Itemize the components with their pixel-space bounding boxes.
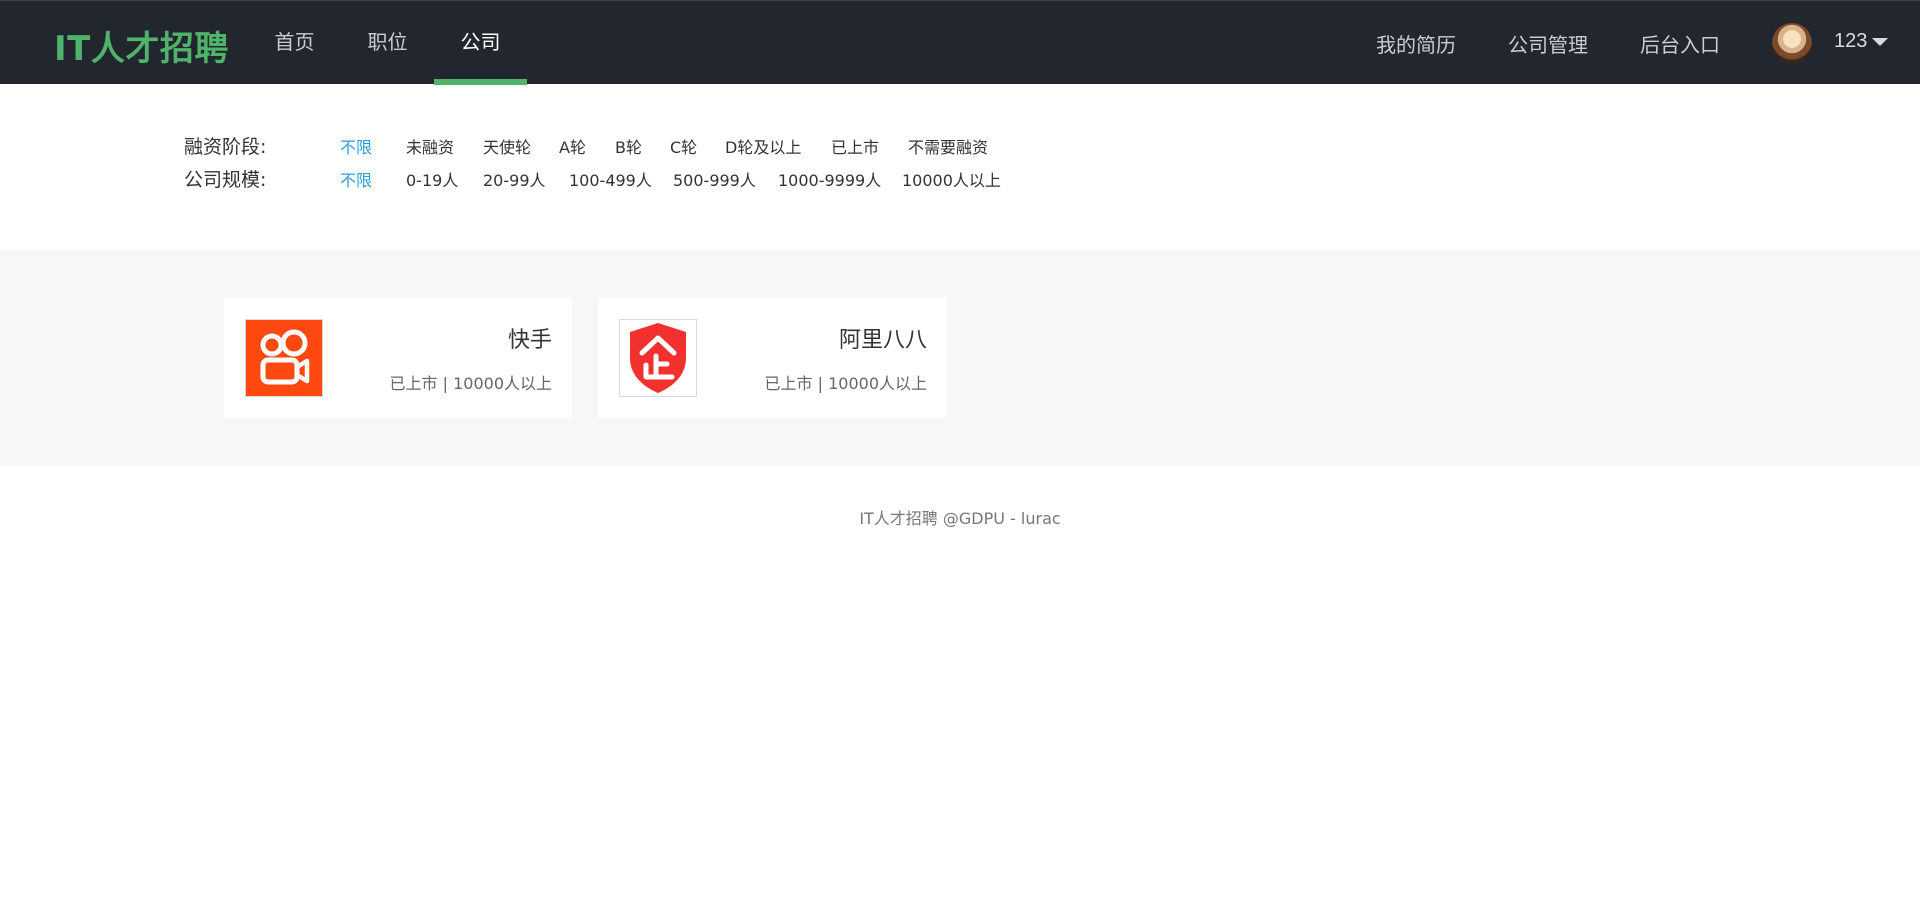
funding-option[interactable]: 已上市 (831, 134, 879, 158)
funding-filter-label: 融资阶段: (184, 136, 267, 158)
page-footer: IT人才招聘 @GDPU - lurac (859, 509, 1061, 528)
company-list: 快手 已上市 | 10000人以上 阿里八八 已上市 | 10000人以上 (0, 250, 1920, 466)
company-name[interactable]: 阿里八八 (839, 322, 927, 354)
nav-admin-entry[interactable]: 后台入口 (1640, 29, 1720, 58)
funding-option[interactable]: 不限 (340, 134, 372, 158)
site-logo[interactable]: IT人才招聘 (54, 21, 229, 70)
size-option[interactable]: 1000-9999人 (778, 167, 881, 191)
size-option[interactable]: 500-999人 (673, 167, 756, 191)
size-option[interactable]: 不限 (340, 167, 372, 191)
company-name[interactable]: 快手 (508, 322, 552, 354)
funding-option[interactable]: D轮及以上 (725, 134, 801, 158)
company-card[interactable]: 阿里八八 已上市 | 10000人以上 (598, 298, 947, 418)
user-avatar[interactable] (1772, 23, 1812, 63)
funding-option[interactable]: 未融资 (406, 134, 454, 158)
company-card[interactable]: 快手 已上市 | 10000人以上 (224, 298, 572, 418)
top-navbar: IT人才招聘 首页 职位 公司 我的简历 公司管理 后台入口 123 (0, 0, 1920, 85)
size-option[interactable]: 20-99人 (483, 167, 546, 191)
nav-company-manage[interactable]: 公司管理 (1508, 29, 1588, 58)
size-filter-label: 公司规模: (184, 169, 267, 191)
main-nav: 首页 职位 公司 (248, 1, 527, 85)
username[interactable]: 123 (1834, 30, 1867, 53)
enterprise-shield-icon (619, 319, 697, 397)
nav-my-resume[interactable]: 我的简历 (1376, 29, 1456, 58)
nav-home[interactable]: 首页 (248, 1, 341, 85)
funding-option[interactable]: A轮 (559, 134, 586, 158)
size-option[interactable]: 100-499人 (569, 167, 652, 191)
company-meta: 已上市 | 10000人以上 (389, 374, 552, 393)
nav-companies[interactable]: 公司 (434, 1, 527, 85)
size-option[interactable]: 10000人以上 (902, 167, 1001, 191)
caret-down-icon[interactable] (1872, 38, 1888, 46)
nav-jobs[interactable]: 职位 (341, 1, 434, 85)
funding-option[interactable]: 不需要融资 (908, 134, 988, 158)
funding-option[interactable]: C轮 (670, 134, 697, 158)
funding-option[interactable]: 天使轮 (483, 134, 531, 158)
kuaishou-logo-icon (245, 319, 323, 397)
size-option[interactable]: 0-19人 (406, 167, 458, 191)
company-meta: 已上市 | 10000人以上 (764, 374, 927, 393)
funding-option[interactable]: B轮 (615, 134, 642, 158)
